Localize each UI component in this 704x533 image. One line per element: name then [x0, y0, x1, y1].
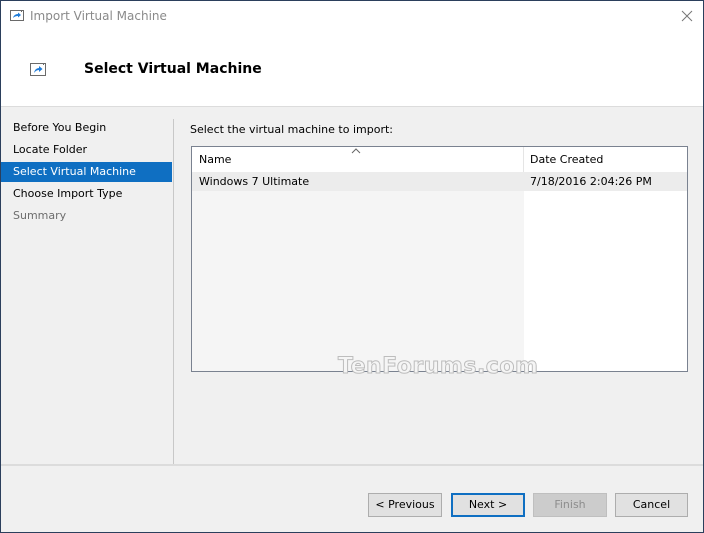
import-vm-dialog: Import Virtual Machine Select Virtual Ma… — [0, 0, 704, 533]
name-column-area — [192, 191, 524, 371]
sidebar-divider — [173, 119, 174, 465]
select-vm-prompt: Select the virtual machine to import: — [190, 123, 393, 136]
vm-name-cell: Windows 7 Ultimate — [199, 175, 310, 188]
previous-button[interactable]: < Previous — [368, 493, 442, 517]
list-header: Name Date Created — [192, 147, 687, 172]
close-icon — [681, 10, 693, 22]
import-vm-icon — [30, 63, 46, 76]
step-summary: Summary — [13, 209, 67, 222]
step-select-virtual-machine[interactable]: Select Virtual Machine — [1, 162, 172, 182]
column-header-name[interactable]: Name — [199, 153, 231, 166]
page-title: Select Virtual Machine — [84, 61, 262, 77]
watermark: TenForums.com — [337, 354, 539, 380]
table-row[interactable]: Windows 7 Ultimate 7/18/2016 2:04:26 PM — [192, 172, 687, 191]
step-locate-folder[interactable]: Locate Folder — [1, 140, 172, 160]
cancel-button[interactable]: Cancel — [615, 493, 688, 517]
next-button[interactable]: Next > — [451, 493, 525, 517]
step-before-you-begin[interactable]: Before You Begin — [1, 118, 172, 138]
vm-date-created-cell: 7/18/2016 2:04:26 PM — [530, 175, 652, 188]
sort-ascending-icon — [351, 148, 361, 154]
footer-divider — [1, 464, 703, 466]
close-button[interactable] — [675, 5, 699, 27]
date-column-area — [524, 191, 687, 371]
column-header-date-created[interactable]: Date Created — [530, 153, 603, 166]
column-separator[interactable] — [523, 147, 524, 172]
window-title: Import Virtual Machine — [30, 9, 167, 23]
title-bar: Import Virtual Machine — [1, 1, 703, 32]
import-vm-icon — [10, 10, 24, 21]
finish-button: Finish — [533, 493, 607, 517]
wizard-steps: Before You Begin Locate Folder Select Vi… — [1, 107, 173, 465]
page-header: Select Virtual Machine — [1, 32, 703, 107]
vm-list[interactable]: Name Date Created Windows 7 Ultimate 7/1… — [191, 146, 688, 372]
step-choose-import-type[interactable]: Choose Import Type — [1, 184, 172, 204]
